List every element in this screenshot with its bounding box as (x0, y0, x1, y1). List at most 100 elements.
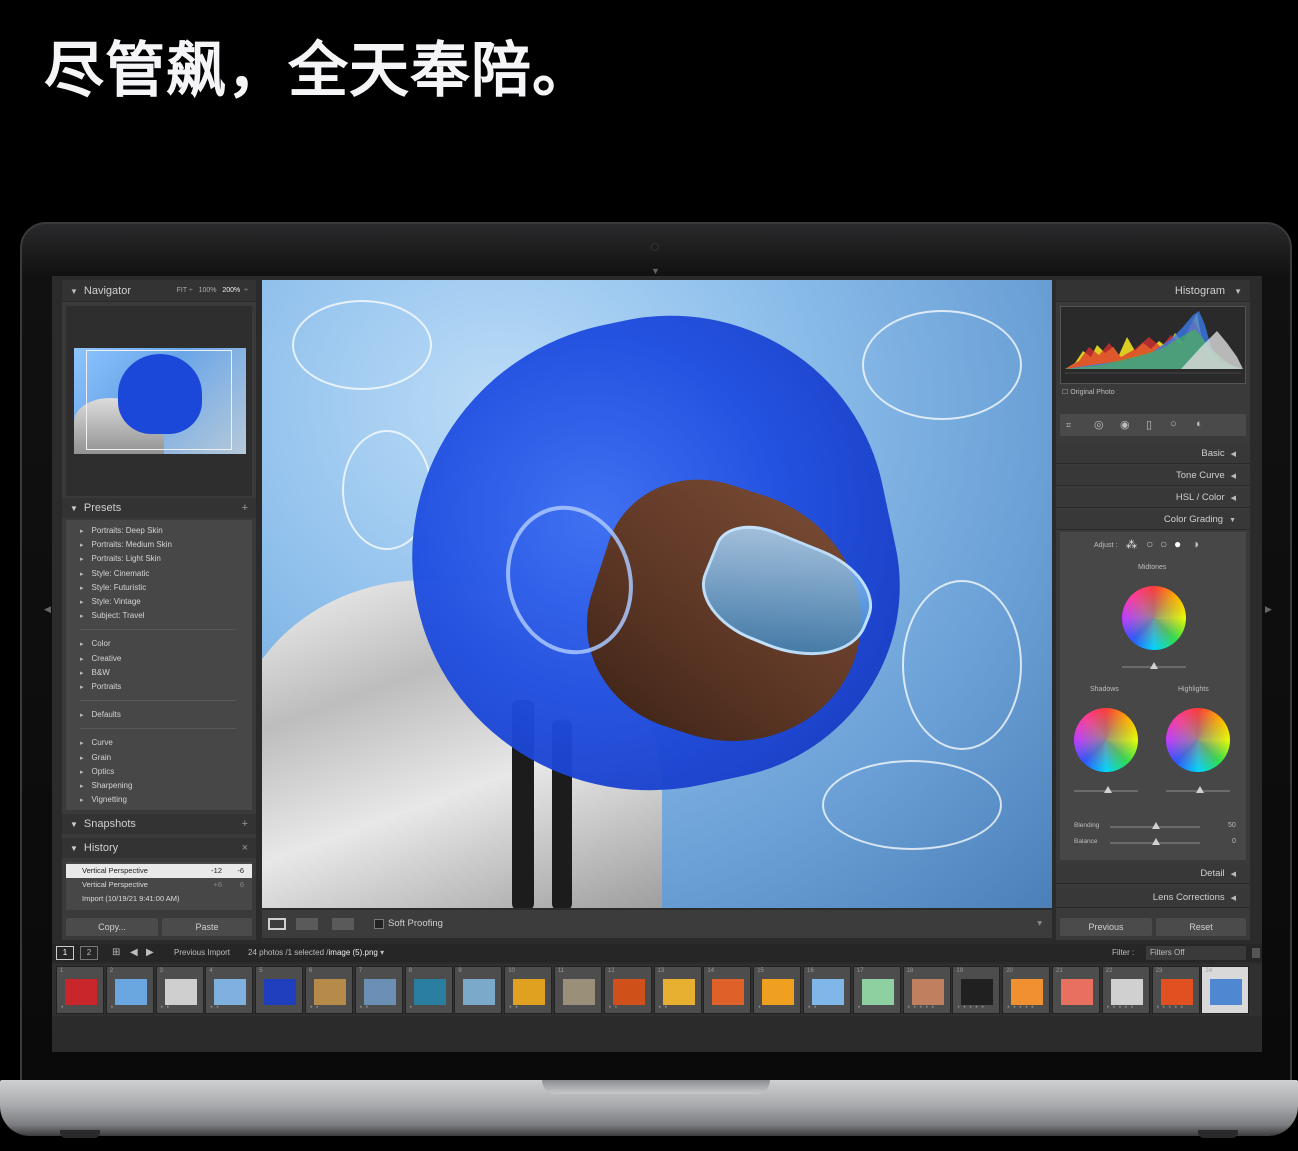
filmstrip-thumbnail[interactable]: 19 * * * * * (952, 966, 1001, 1014)
preset-item[interactable]: Creative (80, 654, 122, 663)
preset-item[interactable]: Portraits: Medium Skin (80, 540, 172, 549)
toolbar-menu-icon[interactable]: ▾ (1037, 918, 1042, 929)
blending-value[interactable]: 50 (1228, 822, 1236, 829)
filmstrip-thumbnail[interactable]: 12 * * (603, 966, 652, 1014)
original-photo-toggle[interactable]: ☐ Original Photo (1062, 388, 1115, 396)
histogram[interactable] (1060, 306, 1246, 384)
navigator-thumbnail[interactable] (74, 348, 246, 454)
filmstrip-thumbnail[interactable]: 1 * (56, 966, 104, 1014)
loupe-view-icon[interactable] (268, 918, 286, 930)
history-row[interactable]: Vertical Perspective -12 -6 (66, 864, 252, 878)
navigator-header[interactable]: ▼ Navigator FIT ÷ 100% 200% ÷ (62, 280, 256, 302)
filmstrip-thumbnail[interactable]: 13 * * (653, 966, 702, 1014)
snapshots-header[interactable]: ▼ Snapshots + (62, 814, 256, 834)
preset-item[interactable]: Color (80, 639, 111, 648)
filmstrip-thumbnail[interactable]: 24 (1201, 966, 1250, 1014)
filmstrip-thumbnail[interactable]: 9 (454, 966, 503, 1014)
midtones-color-wheel[interactable] (1122, 586, 1186, 650)
preset-item[interactable]: Grain (80, 753, 112, 762)
filmstrip-thumbnail[interactable]: 21 (1052, 966, 1100, 1014)
presets-header[interactable]: ▼ Presets + (62, 498, 256, 518)
filmstrip-thumbnail[interactable]: 11 (554, 966, 602, 1014)
add-snapshot-icon[interactable]: + (242, 814, 248, 834)
reset-button[interactable]: Reset (1156, 918, 1246, 936)
grid-view-icon[interactable]: ⊞ (112, 944, 120, 962)
filmstrip-thumbnail[interactable]: 4 * * (205, 966, 254, 1014)
highlights-mode-icon[interactable]: ● (1174, 537, 1181, 551)
section-detail[interactable]: Detail ◀ (1056, 864, 1250, 884)
filmstrip-thumbnail[interactable]: 23 * * * * * (1151, 966, 1200, 1014)
compare-view-icon[interactable] (296, 918, 318, 930)
navigator-zoom-options[interactable]: FIT ÷ 100% 200% ÷ (177, 280, 248, 302)
section-hsl-color[interactable]: HSL / Color ◀ (1056, 488, 1250, 508)
main-photo[interactable] (262, 280, 1052, 908)
left-panel-toggle-icon[interactable]: ◀ (44, 604, 51, 615)
navigator-zoom-frame[interactable] (86, 350, 232, 450)
filmstrip-thumbnail[interactable]: 14 (703, 966, 752, 1014)
filmstrip-thumbnail[interactable]: 7 * * (354, 966, 403, 1014)
previous-button[interactable]: Previous (1060, 918, 1152, 936)
history-header[interactable]: ▼ History × (62, 838, 256, 858)
forward-arrow-icon[interactable]: ▶ (146, 944, 154, 962)
preset-item[interactable]: Defaults (80, 710, 121, 719)
filmstrip-thumbnail[interactable]: 3 * * (155, 966, 204, 1014)
filmstrip-info[interactable]: 24 photos /1 selected /image (5).png ▾ (248, 944, 384, 962)
zoom-more[interactable]: ÷ (244, 287, 248, 294)
filmstrip-source[interactable]: Previous Import (174, 944, 230, 962)
navigator-preview[interactable] (66, 306, 252, 496)
preset-item[interactable]: Optics (80, 767, 115, 776)
slider-knob[interactable] (1152, 838, 1160, 845)
preset-item[interactable]: Style: Vintage (80, 597, 141, 606)
slider-knob[interactable] (1152, 822, 1160, 829)
spot-removal-icon[interactable]: ◎ (1094, 418, 1104, 431)
preset-item[interactable]: B&W (80, 668, 110, 677)
shadows-mode-icon[interactable]: ○ (1146, 537, 1153, 551)
back-arrow-icon[interactable]: ◀ (130, 944, 138, 962)
preset-item[interactable]: Curve (80, 738, 113, 747)
right-panel-toggle-icon[interactable]: ▶ (1265, 604, 1272, 615)
filmstrip-thumbnail[interactable]: 22 * * * * * (1101, 966, 1150, 1014)
add-preset-icon[interactable]: + (242, 498, 248, 518)
top-panel-toggle-icon[interactable]: ▼ (651, 266, 660, 276)
zoom-fit[interactable]: FIT ÷ (177, 287, 193, 294)
before-after-icon[interactable] (332, 918, 354, 930)
global-mode-icon[interactable]: ◑ (1192, 537, 1199, 551)
section-tone-curve[interactable]: Tone Curve ◀ (1056, 466, 1250, 486)
section-basic[interactable]: Basic ◀ (1056, 444, 1250, 464)
filmstrip-thumbnail[interactable]: 20 * * * * * (1002, 966, 1051, 1014)
soft-proofing-checkbox[interactable] (374, 919, 384, 929)
balance-value[interactable]: 0 (1232, 838, 1236, 845)
preset-item[interactable]: Subject: Travel (80, 611, 145, 620)
preset-item[interactable]: Portraits: Light Skin (80, 554, 161, 563)
secondary-window-button[interactable]: 2 (80, 946, 98, 960)
histogram-header[interactable]: Histogram ▼ (1056, 280, 1250, 302)
filmstrip-thumbnail[interactable]: 17 * (852, 966, 901, 1014)
filmstrip-thumbnail[interactable]: 8 * (404, 966, 453, 1014)
highlights-color-wheel[interactable] (1166, 708, 1230, 772)
preset-item[interactable]: Style: Cinematic (80, 569, 150, 578)
history-row[interactable]: Vertical Perspective +6 6 (66, 878, 252, 892)
preset-item[interactable]: Style: Futuristic (80, 583, 147, 592)
shadows-color-wheel[interactable] (1074, 708, 1138, 772)
primary-window-button[interactable]: 1 (56, 946, 74, 960)
midtones-mode-icon[interactable]: ○ (1160, 537, 1167, 551)
filter-lock-icon[interactable] (1252, 948, 1260, 958)
radial-filter-icon[interactable]: ○ (1170, 418, 1177, 430)
paste-button[interactable]: Paste (162, 918, 252, 936)
graduated-filter-icon[interactable]: ▯ (1146, 418, 1152, 431)
filmstrip-thumbnail[interactable]: 15 * (753, 966, 802, 1014)
filmstrip-thumbnail[interactable]: 5 (255, 966, 304, 1014)
zoom-100[interactable]: 100% (199, 287, 217, 294)
section-color-grading[interactable]: Color Grading ▼ (1056, 510, 1250, 530)
filmstrip-thumbnail[interactable]: 6 * * (305, 966, 353, 1014)
preset-item[interactable]: Vignetting (80, 795, 127, 804)
crop-tool-icon[interactable]: ⌗ (1066, 420, 1071, 431)
copy-button[interactable]: Copy... (66, 918, 158, 936)
filmstrip-thumbnail[interactable]: 2 * (105, 966, 154, 1014)
red-eye-icon[interactable]: ◉ (1120, 418, 1130, 431)
filmstrip-thumbnail[interactable]: 18 * * * * * (902, 966, 951, 1014)
section-lens-corrections[interactable]: Lens Corrections ◀ (1056, 888, 1250, 908)
slider-knob[interactable] (1196, 786, 1204, 793)
preset-item[interactable]: Sharpening (80, 781, 133, 790)
clear-history-icon[interactable]: × (242, 838, 248, 858)
